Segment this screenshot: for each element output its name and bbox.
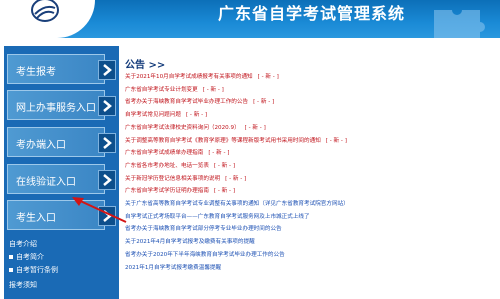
nav-button-online-verification[interactable]: 在线验证入口 <box>7 164 116 194</box>
new-badge: [ - 新 - ] <box>225 175 247 182</box>
chevron-right-icon <box>98 170 116 190</box>
notice-item[interactable]: 广东省自学考试法律校史资料询问（2020.9） [ - 新 - ] <box>125 124 266 132</box>
new-badge: [ - 新 - ] <box>213 162 236 169</box>
notice-item[interactable]: 省考办关于海峡教育自学考试毕业办理工作的公告 [ - 新 - ] <box>125 98 274 106</box>
nav-button-label: 考生入口 <box>16 213 56 224</box>
notice-link[interactable]: 广东省自学考试法律校史资料询问（2020.9） <box>125 125 240 131</box>
notice-item[interactable]: 广东省自学考试专业计划变更 [ - 新 - ] <box>125 86 224 94</box>
notice-link[interactable]: 广东省自学考试学历证明办理指南 <box>125 188 209 194</box>
notice-link[interactable]: 自学考试常见问题问题 <box>125 112 181 118</box>
notice-link[interactable]: 关于2021年4月自学考试报考及缴费有关事项的提醒 <box>125 239 255 245</box>
new-badge: [ - 新 - ] <box>244 124 266 131</box>
system-title: 广东省自学考试管理系统 <box>218 4 406 23</box>
nav-button-label: 网上办事服务入口 <box>16 103 96 114</box>
notice-link[interactable]: 关于2021年10月自学考试成绩报考有关事项的通知 <box>125 74 253 80</box>
bullet-icon <box>9 255 13 259</box>
nav-button-online-services[interactable]: 网上办事服务入口 <box>7 90 116 120</box>
exam-logo-icon <box>31 0 59 22</box>
new-badge: [ - 新 - ] <box>253 99 275 106</box>
puzzle-decoration-icon <box>434 10 485 38</box>
header-banner: 广东省自学考试管理系统 <box>0 0 500 38</box>
notice-item[interactable]: 关于2021年4月自学考试报考及缴费有关事项的提醒 <box>125 238 255 246</box>
new-badge: [ - 新 - ] <box>202 86 224 93</box>
nav-sub-item-regulations[interactable]: 自考暂行条例 <box>9 265 58 275</box>
notice-item[interactable]: 关于调整高等教育自学考试《教育学原理》等课程新版考试用书采用时间的通知 [ - 新… <box>125 137 347 145</box>
notice-item[interactable]: 自学考试正式考场取平台——广东教育自学考试服务网及上市城正式上线了 <box>125 213 310 221</box>
notice-item[interactable]: 广东省自学考试成绩单办理指南 [ - 新 - ] <box>125 149 229 157</box>
nav-sub-label: 自考简介 <box>16 253 44 261</box>
notice-item[interactable]: 关于广东省高等教育自学考试专业调整有关事项的通知（详见广东省教育考试院官方网站） <box>125 200 349 208</box>
nav-button-candidate-registration[interactable]: 考生报考 <box>7 54 116 84</box>
notice-link[interactable]: 自学考试正式考场取平台——广东教育自学考试服务网及上市城正式上线了 <box>125 214 310 220</box>
notice-link[interactable]: 广东省各市考办地址、电话一览表 <box>125 163 209 169</box>
notice-item[interactable]: 关于2021年10月自学考试成绩报考有关事项的通知 [ - 新 - ] <box>125 73 279 81</box>
new-badge: [ - 新 - ] <box>185 112 208 119</box>
notice-link[interactable]: 省考办关于海峡教育自学考试部分停考专业毕业办理时间的公告 <box>125 226 282 232</box>
notice-link[interactable]: 广东省自学考试成绩单办理指南 <box>125 150 203 156</box>
notice-item[interactable]: 自学考试常见问题问题 [ - 新 - ] <box>125 111 207 119</box>
notice-panel: 公告 >> 关于2021年10月自学考试成绩报考有关事项的通知 [ - 新 - ]… <box>123 56 500 299</box>
new-badge: [ - 新 - ] <box>257 74 279 80</box>
notice-item[interactable]: 关于新冠学历登记信息相关事项的说明 [ - 新 - ] <box>125 175 246 183</box>
notice-link[interactable]: 省考办关于2020年下半年海峡教育自学考试毕业办理工作的公告 <box>125 252 285 258</box>
notice-item[interactable]: 广东省各市考办地址、电话一览表 [ - 新 - ] <box>125 162 235 170</box>
nav-sub-label: 自考暂行条例 <box>16 266 58 274</box>
notice-link[interactable]: 广东省自学考试专业计划变更 <box>125 87 198 93</box>
chevron-right-icon <box>98 133 116 153</box>
notice-link[interactable]: 关于广东省高等教育自学考试专业调整有关事项的通知（详见广东省教育考试院官方网站） <box>125 201 349 207</box>
nav-section-title: 自考介绍 <box>9 240 37 248</box>
new-badge: [ - 新 - ] <box>208 150 230 157</box>
bullet-icon <box>9 268 13 272</box>
notice-item[interactable]: 广东省自学考试学历证明办理指南 [ - 新 - ] <box>125 187 235 195</box>
new-badge: [ - 新 - ] <box>325 137 347 144</box>
notice-item[interactable]: 省考办关于2020年下半年海峡教育自学考试毕业办理工作的公告 <box>125 251 285 259</box>
nav-button-label: 考生报考 <box>16 67 56 78</box>
nav-sub-item-intro[interactable]: 自考简介 <box>9 252 44 262</box>
nav-section-title-2: 报考须知 <box>9 281 37 289</box>
red-pointer-arrow-icon <box>72 197 127 223</box>
notice-item[interactable]: 省考办关于海峡教育自学考试部分停考专业毕业办理时间的公告 <box>125 225 282 233</box>
nav-button-exam-office[interactable]: 考办端入口 <box>7 127 116 157</box>
notice-link[interactable]: 关于新冠学历登记信息相关事项的说明 <box>125 176 220 182</box>
chevron-right-icon <box>98 96 116 116</box>
notice-item[interactable]: 2021年1月自学考试报考缴费温馨提醒 <box>125 264 221 272</box>
chevron-right-icon <box>98 60 116 80</box>
left-navigation: 考生报考 网上办事服务入口 考办端入口 在线验证入口 考生入口 自考介绍 自考简… <box>4 46 119 299</box>
notice-link[interactable]: 关于调整高等教育自学考试《教育学原理》等课程新版考试用书采用时间的通知 <box>125 138 321 144</box>
new-badge: [ - 新 - ] <box>213 188 236 195</box>
notice-link[interactable]: 省考办关于海峡教育自学考试毕业办理工作的公告 <box>125 99 248 105</box>
nav-button-label: 在线验证入口 <box>16 177 76 188</box>
notice-heading: 公告 >> <box>125 60 166 71</box>
notice-link[interactable]: 2021年1月自学考试报考缴费温馨提醒 <box>125 265 221 271</box>
nav-button-label: 考办端入口 <box>16 140 66 151</box>
